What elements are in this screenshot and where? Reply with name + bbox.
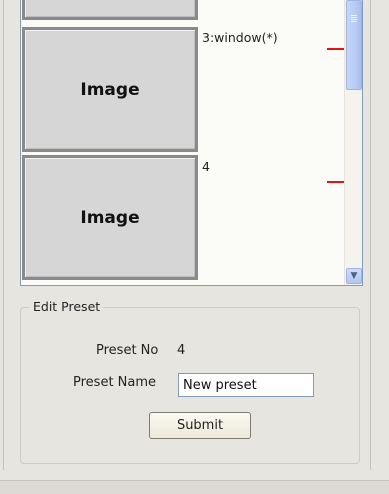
vertical-scrollbar[interactable]: ▼ bbox=[344, 0, 362, 285]
grip-line bbox=[351, 19, 357, 20]
preset-name-label: Preset Name bbox=[73, 375, 157, 390]
preset-caption: 4 bbox=[202, 159, 210, 174]
scroll-thumb[interactable] bbox=[346, 0, 362, 90]
preset-list[interactable]: Image 3:window(*) Image 4 ▼ bbox=[20, 0, 363, 286]
grip-line bbox=[351, 15, 357, 16]
group-legend: Edit Preset bbox=[30, 299, 104, 314]
chevron-down-icon[interactable]: ▼ bbox=[346, 268, 362, 284]
position-marker bbox=[327, 48, 345, 50]
status-strip bbox=[0, 480, 389, 494]
preset-name-input[interactable] bbox=[178, 373, 314, 397]
image-thumbnail[interactable]: Image bbox=[22, 27, 198, 152]
edit-preset-group: Edit Preset Preset No 4 Preset Name Subm… bbox=[20, 299, 360, 464]
list-item[interactable]: Image 4 bbox=[21, 155, 345, 280]
preset-caption: 3:window(*) bbox=[202, 30, 278, 45]
list-item[interactable] bbox=[21, 0, 341, 24]
preset-no-value: 4 bbox=[177, 343, 186, 358]
position-marker bbox=[327, 181, 345, 183]
image-thumbnail[interactable]: Image bbox=[22, 155, 198, 280]
grip-line bbox=[351, 21, 357, 22]
grip-line bbox=[351, 17, 357, 18]
image-thumbnail[interactable] bbox=[22, 0, 198, 20]
submit-button[interactable]: Submit bbox=[149, 412, 251, 439]
preset-no-label: Preset No bbox=[96, 343, 159, 358]
list-item[interactable]: Image 3:window(*) bbox=[21, 27, 345, 152]
